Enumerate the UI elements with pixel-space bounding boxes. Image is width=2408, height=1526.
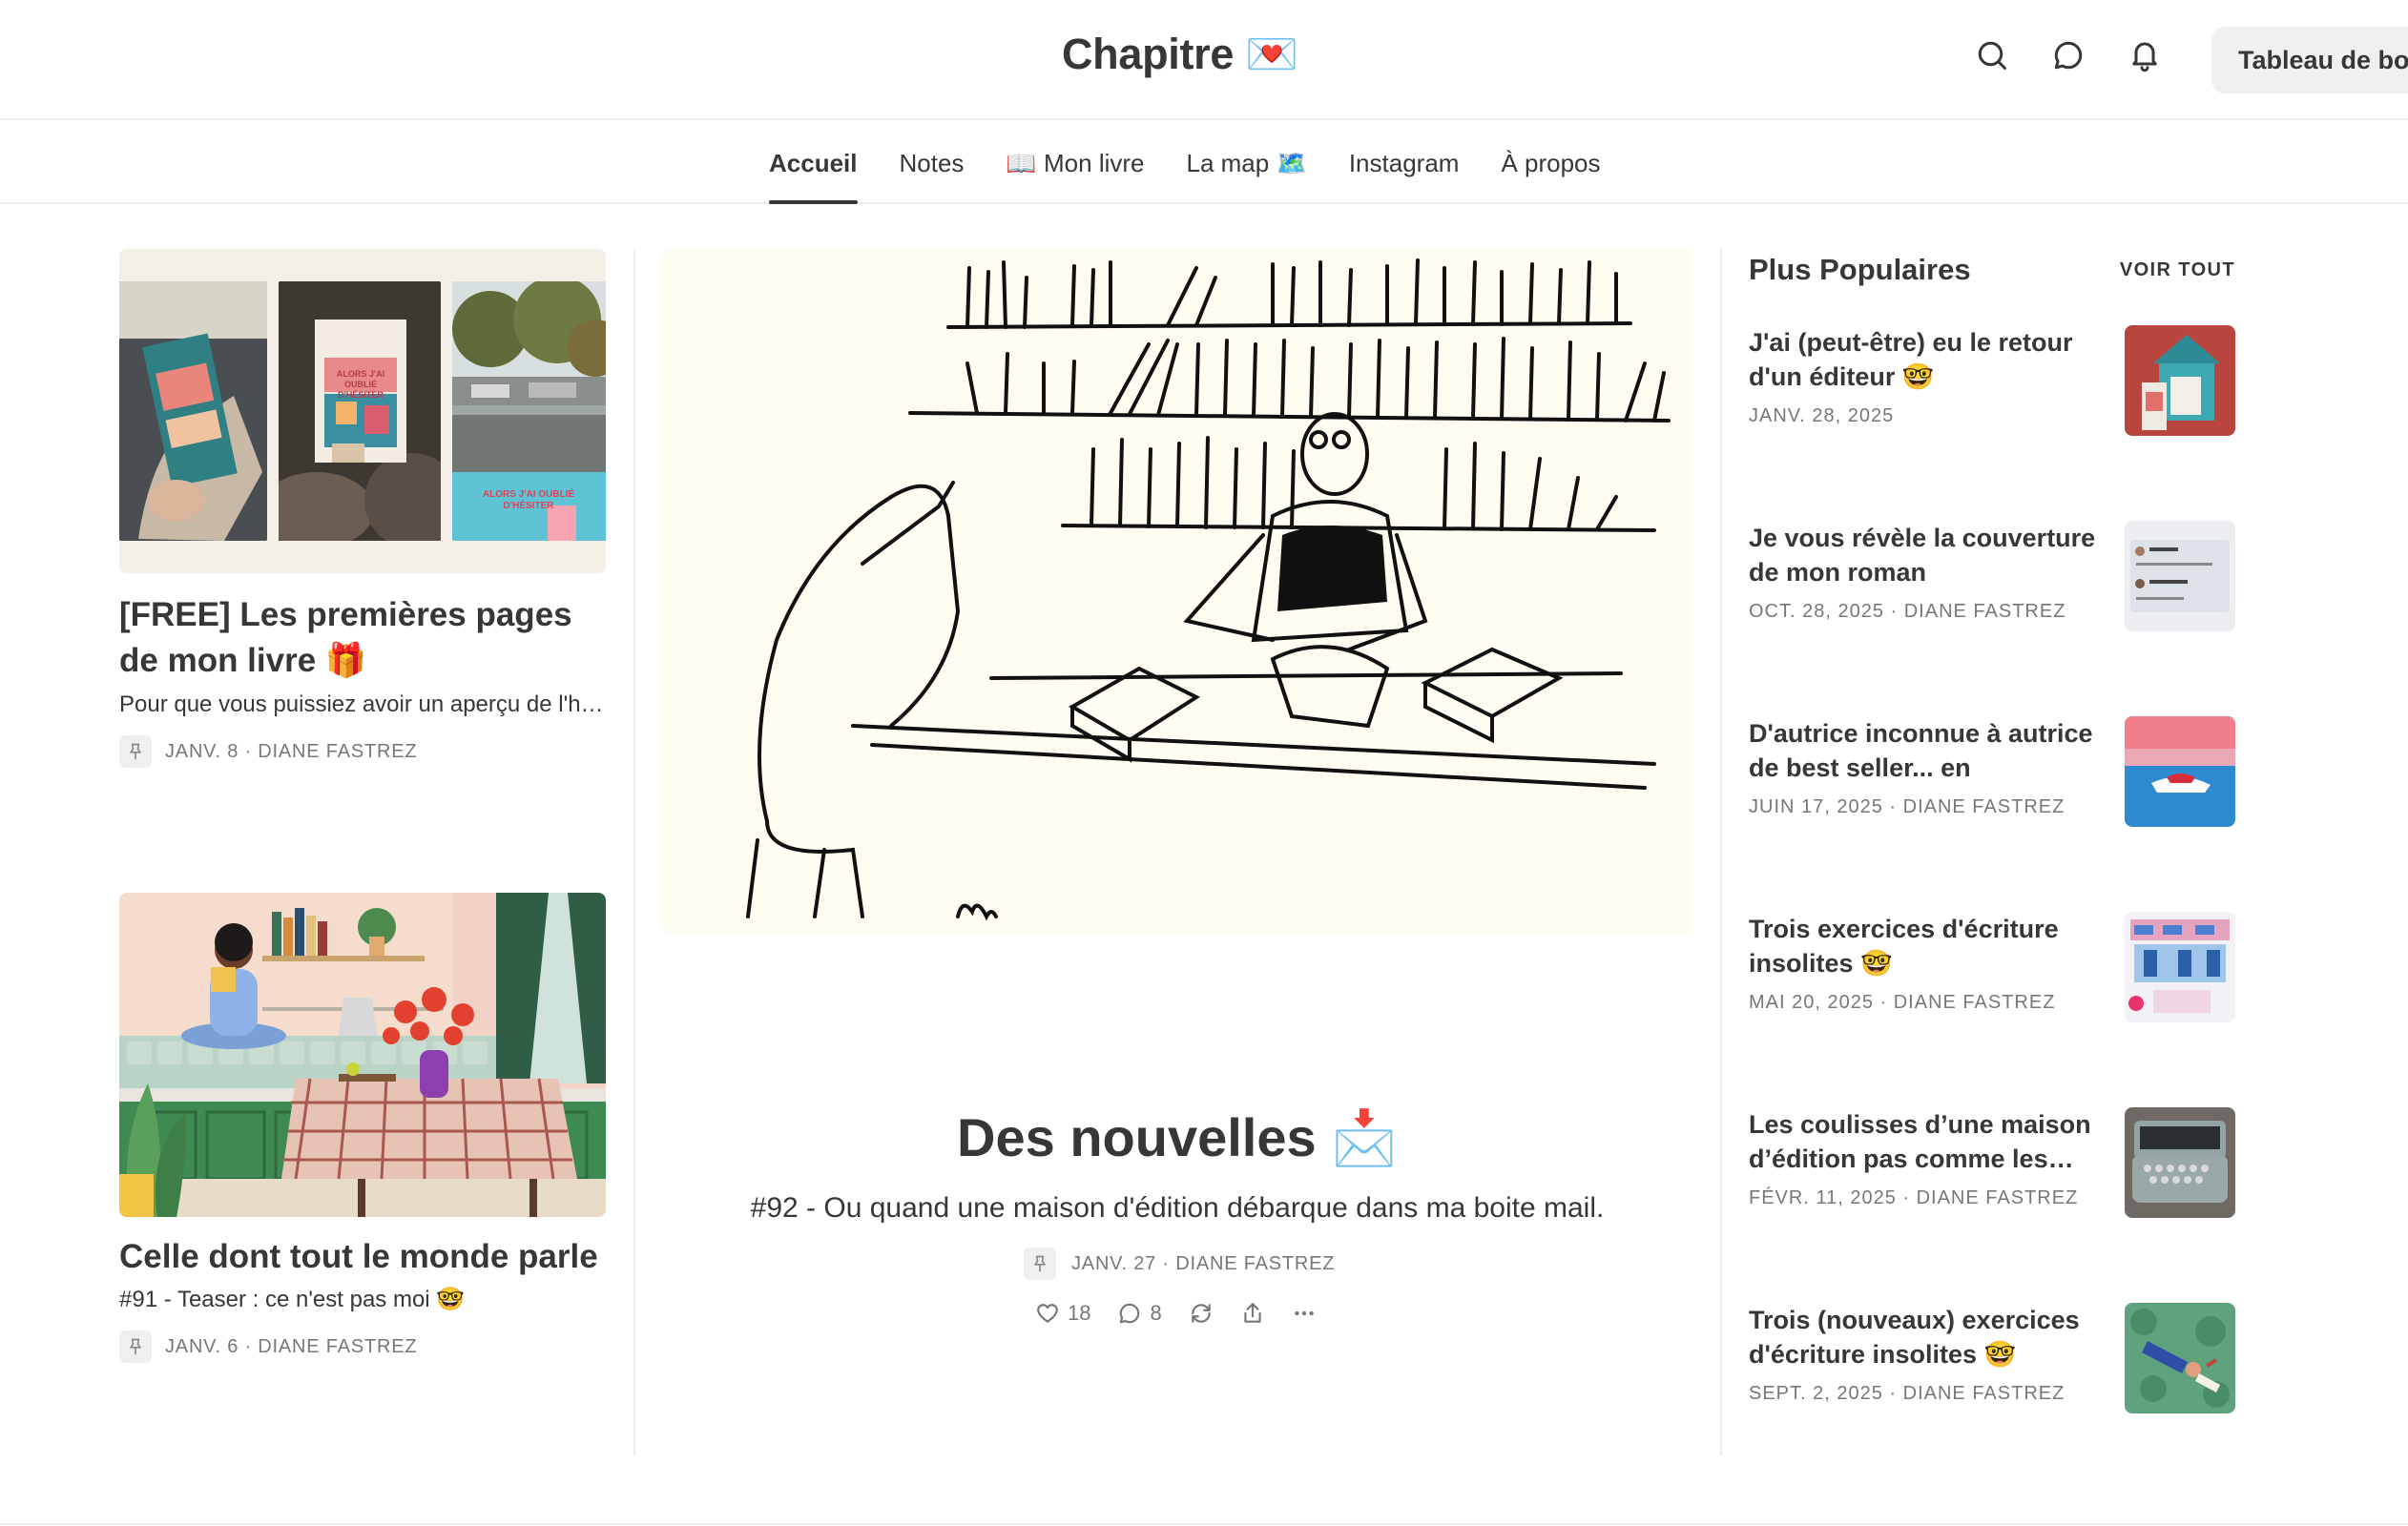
popular-post-title[interactable]: Je vous révèle la couverture de mon roma… <box>1749 521 2111 589</box>
heart-icon <box>1037 1304 1058 1323</box>
popular-post-title[interactable]: D'autrice inconnue à autrice de best sel… <box>1749 716 2111 785</box>
nav-tab-notes[interactable]: Notes <box>900 120 965 204</box>
featured-post-title[interactable]: Des nouvelles 📩 <box>662 1106 1692 1169</box>
featured-post-image[interactable] <box>662 249 1692 934</box>
popular-post-thumbnail[interactable] <box>2125 521 2235 631</box>
post-meta: JANV. 8 · DIANE FASTREZ <box>119 735 606 768</box>
pin-icon <box>119 735 152 768</box>
post-subtitle: Pour que vous puissiez avoir un aperçu d… <box>119 691 606 717</box>
popular-post-thumbnail[interactable] <box>2125 716 2235 827</box>
popular-post-title[interactable]: Les coulisses d’une maison d’édition pas… <box>1749 1107 2111 1176</box>
page-divider <box>0 1523 2408 1525</box>
chat-icon[interactable] <box>2051 38 2086 72</box>
bell-icon[interactable] <box>2128 38 2162 72</box>
pin-icon <box>119 1330 152 1363</box>
popular-post-item[interactable]: Trois (nouveaux) exercices d'écriture in… <box>1749 1303 2235 1413</box>
popular-post-item[interactable]: Je vous révèle la couverture de mon roma… <box>1749 521 2235 631</box>
header-actions <box>1975 38 2162 72</box>
popular-post-title[interactable]: Trois (nouveaux) exercices d'écriture in… <box>1749 1303 2111 1371</box>
popular-post-meta: FÉVR. 11, 2025 · DIANE FASTREZ <box>1749 1187 2079 1208</box>
publication-nav: Accueil Notes 📖 Mon livre La map 🗺️ Inst… <box>0 120 2408 204</box>
post-subtitle: #91 - Teaser : ce n'est pas moi 🤓 <box>119 1287 466 1312</box>
ellipsis-icon <box>1294 1310 1314 1316</box>
nav-tab-la-map[interactable]: La map 🗺️ <box>1187 120 1307 204</box>
column-divider <box>1720 249 1722 1455</box>
nav-tab-accueil[interactable]: Accueil <box>769 120 858 204</box>
post-date-author: JANV. 8 · DIANE FASTREZ <box>165 740 418 762</box>
popular-post-item[interactable]: D'autrice inconnue à autrice de best sel… <box>1749 716 2235 827</box>
nav-tab-a-propos[interactable]: À propos <box>1501 120 1600 204</box>
share-button[interactable] <box>1240 1301 1265 1326</box>
popular-post-meta: OCT. 28, 2025 · DIANE FASTREZ <box>1749 601 2066 622</box>
post-thumbnail[interactable]: ALORS J'AI OUBLIÉ D'HÉSITER ALORS J'AI O… <box>119 249 606 573</box>
share-icon <box>1244 1303 1261 1323</box>
post-card-free-pages[interactable]: ALORS J'AI OUBLIÉ D'HÉSITER ALORS J'AI O… <box>119 249 606 768</box>
search-icon[interactable] <box>1975 38 2009 72</box>
featured-post-subtitle: #92 - Ou quand une maison d'édition déba… <box>750 1192 1605 1224</box>
post-thumbnail[interactable] <box>119 893 606 1217</box>
comment-count: 8 <box>1150 1301 1162 1325</box>
post-meta: JANV. 6 · DIANE FASTREZ <box>119 1330 606 1363</box>
popular-posts-sidebar: Plus Populaires VOIR TOUT J'ai (peut-êtr… <box>1749 249 2235 1413</box>
post-date-author: JANV. 6 · DIANE FASTREZ <box>165 1335 418 1357</box>
popular-post-meta: JANV. 28, 2025 <box>1749 405 1895 426</box>
popular-post-meta: JUIN 17, 2025 · DIANE FASTREZ <box>1749 796 2065 817</box>
popular-post-thumbnail[interactable] <box>2125 1107 2235 1218</box>
column-divider <box>633 249 635 1455</box>
popular-post-title[interactable]: Trois exercices d'écriture insolites 🤓 <box>1749 912 2111 980</box>
post-title[interactable]: [FREE] Les premières pages de mon livre … <box>119 592 606 684</box>
nav-tab-instagram[interactable]: Instagram <box>1349 120 1460 204</box>
post-card-celle-dont[interactable]: Celle dont tout le monde parle #91 - Tea… <box>119 893 606 1363</box>
post-title[interactable]: Celle dont tout le monde parle <box>119 1234 606 1280</box>
popular-post-title[interactable]: J'ai (peut-être) eu le retour d'un édite… <box>1749 325 2111 394</box>
popular-post-thumbnail[interactable] <box>2125 1303 2235 1413</box>
book-cover-title-2: ALORS J'AI OUBLIÉ D'HÉSITER <box>482 489 575 511</box>
popular-post-thumbnail[interactable] <box>2125 325 2235 436</box>
post-actions: 18 8 <box>1035 1301 1317 1326</box>
comment-icon <box>1120 1303 1140 1324</box>
post-date-author: JANV. 27 · DIANE FASTREZ <box>1071 1252 1336 1274</box>
restack-icon <box>1191 1304 1211 1323</box>
sidebar-title: Plus Populaires <box>1749 253 1971 286</box>
popular-post-item[interactable]: J'ai (peut-être) eu le retour d'un édite… <box>1749 325 2235 436</box>
pin-icon <box>1024 1248 1056 1280</box>
featured-post-meta: JANV. 27 · DIANE FASTREZ <box>1024 1248 1335 1280</box>
nav-tab-mon-livre[interactable]: 📖 Mon livre <box>1006 120 1144 204</box>
site-header: Chapitre 💌 Tableau de bord <box>0 0 2408 120</box>
see-all-link[interactable]: VOIR TOUT <box>2120 259 2235 281</box>
popular-post-meta: SEPT. 2, 2025 · DIANE FASTREZ <box>1749 1383 2065 1404</box>
more-options-button[interactable] <box>1292 1301 1317 1326</box>
dashboard-button[interactable]: Tableau de bord <box>2211 27 2408 93</box>
book-cover-title: ALORS J'AI OUBLIÉ D'HÉSITER <box>336 369 385 400</box>
popular-post-meta: MAI 20, 2025 · DIANE FASTREZ <box>1749 992 2056 1013</box>
popular-post-item[interactable]: Les coulisses d’une maison d’édition pas… <box>1749 1107 2235 1218</box>
comment-button[interactable]: 8 <box>1117 1301 1162 1326</box>
popular-post-item[interactable]: Trois exercices d'écriture insolites 🤓 M… <box>1749 912 2235 1022</box>
restack-button[interactable] <box>1189 1301 1214 1326</box>
like-count: 18 <box>1068 1301 1091 1325</box>
like-button[interactable]: 18 <box>1035 1301 1090 1326</box>
popular-post-thumbnail[interactable] <box>2125 912 2235 1022</box>
